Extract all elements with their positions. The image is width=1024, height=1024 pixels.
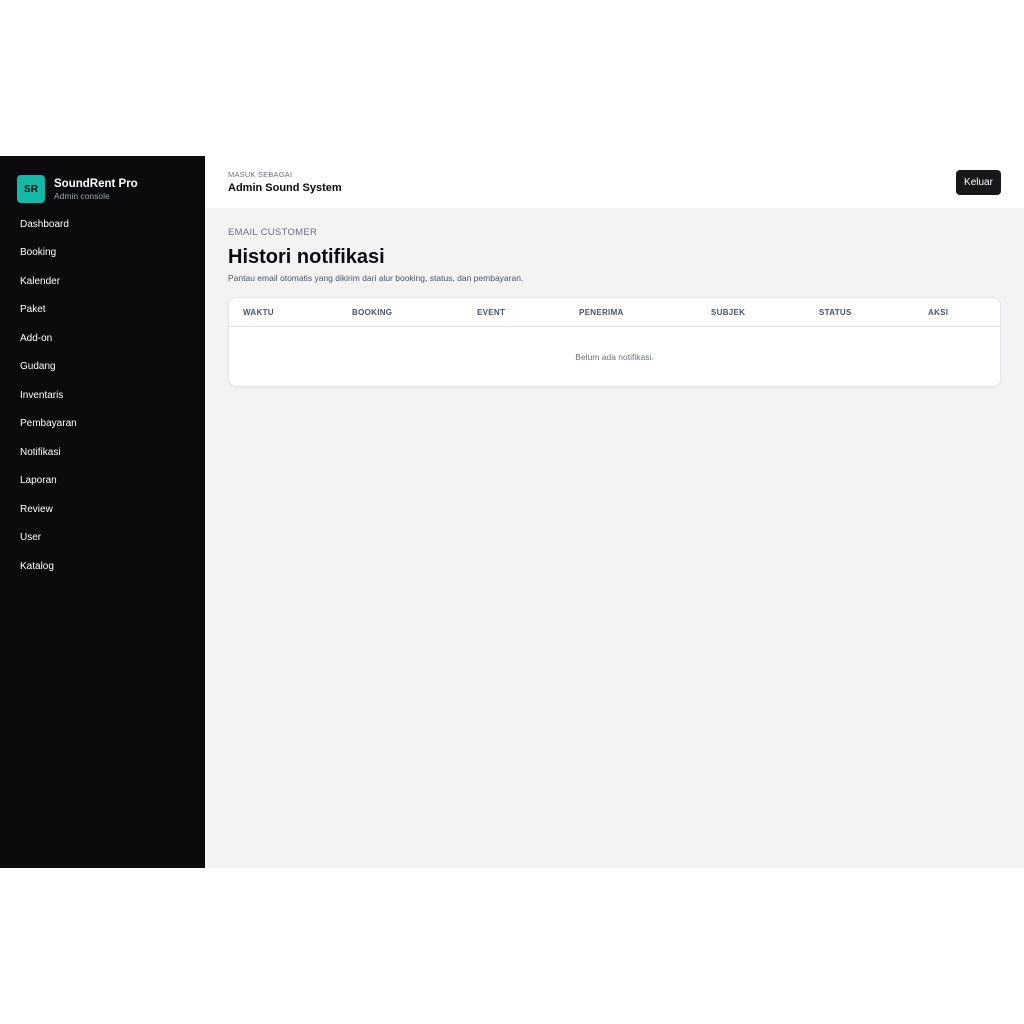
sidebar-item-pembayaran[interactable]: Pembayaran [0,410,205,439]
sidebar-item-label: Add-on [20,332,53,344]
sidebar-item-label: Gudang [20,361,56,373]
sidebar-item-label: Inventaris [20,389,64,401]
sidebar-item-label: Dashboard [20,218,69,230]
sidebar-item-label: Paket [20,304,46,316]
sidebar-item-gudang[interactable]: Gudang [0,353,205,382]
sidebar-item-notifikasi[interactable]: Notifikasi [0,438,205,467]
sidebar-item-booking[interactable]: Booking [0,239,205,268]
brand-text: SoundRent Pro Admin console [54,177,138,202]
sidebar-item-kalender[interactable]: Kalender [0,267,205,296]
sidebar-item-add-on[interactable]: Add-on [0,324,205,353]
sidebar-item-user[interactable]: User [0,524,205,553]
signed-in-user: Admin Sound System [228,182,342,194]
sidebar-item-label: Katalog [20,560,54,572]
sidebar-nav: Dashboard Booking Kalender Paket Add-on … [0,210,205,581]
brand-name: SoundRent Pro [54,177,138,190]
main-area: MASUK SEBAGAI Admin Sound System Keluar … [205,156,1024,868]
sidebar-item-label: Review [20,503,53,515]
column-header-penerima[interactable]: PENERIMA [579,308,624,317]
page-eyebrow: EMAIL CUSTOMER [228,227,318,238]
sidebar-item-dashboard[interactable]: Dashboard [0,210,205,239]
page-description: Pantau email otomatis yang dikirim dari … [228,273,524,283]
sidebar-item-label: Laporan [20,475,57,487]
sidebar-item-paket[interactable]: Paket [0,296,205,325]
empty-state: Belum ada notifikasi. [575,352,654,362]
sidebar-item-label: Pembayaran [20,418,77,430]
column-header-status[interactable]: STATUS [819,308,852,317]
sidebar-item-review[interactable]: Review [0,495,205,524]
signed-in-label: MASUK SEBAGAI [228,170,293,179]
page-content: EMAIL CUSTOMER Histori notifikasi Pantau… [205,208,1024,387]
column-header-waktu[interactable]: WAKTU [243,308,274,317]
column-header-subjek[interactable]: SUBJEK [711,308,745,317]
app-shell: SR SoundRent Pro Admin console Dashboard… [0,156,1024,868]
notification-table: WAKTU BOOKING EVENT PENERIMA SUBJEK STAT… [228,297,1001,387]
sidebar: SR SoundRent Pro Admin console Dashboard… [0,156,205,868]
logout-button[interactable]: Keluar [956,170,1001,195]
brand-logo: SR [17,175,45,203]
column-header-event[interactable]: EVENT [477,308,505,317]
sidebar-item-label: Booking [20,247,57,259]
sidebar-item-label: Kalender [20,275,61,287]
sidebar-item-inventaris[interactable]: Inventaris [0,381,205,410]
sidebar-item-label: Notifikasi [20,446,61,458]
brand-subtitle: Admin console [54,190,110,201]
table-header: WAKTU BOOKING EVENT PENERIMA SUBJEK STAT… [229,298,1000,327]
sidebar-item-label: User [20,532,42,544]
page-title: Histori notifikasi [228,246,385,268]
sidebar-item-laporan[interactable]: Laporan [0,467,205,496]
sidebar-item-katalog[interactable]: Katalog [0,552,205,581]
brand[interactable]: SR SoundRent Pro Admin console [0,156,205,210]
column-header-booking[interactable]: BOOKING [352,308,392,317]
topbar: MASUK SEBAGAI Admin Sound System Keluar [205,156,1024,208]
column-header-aksi[interactable]: AKSI [928,308,948,317]
